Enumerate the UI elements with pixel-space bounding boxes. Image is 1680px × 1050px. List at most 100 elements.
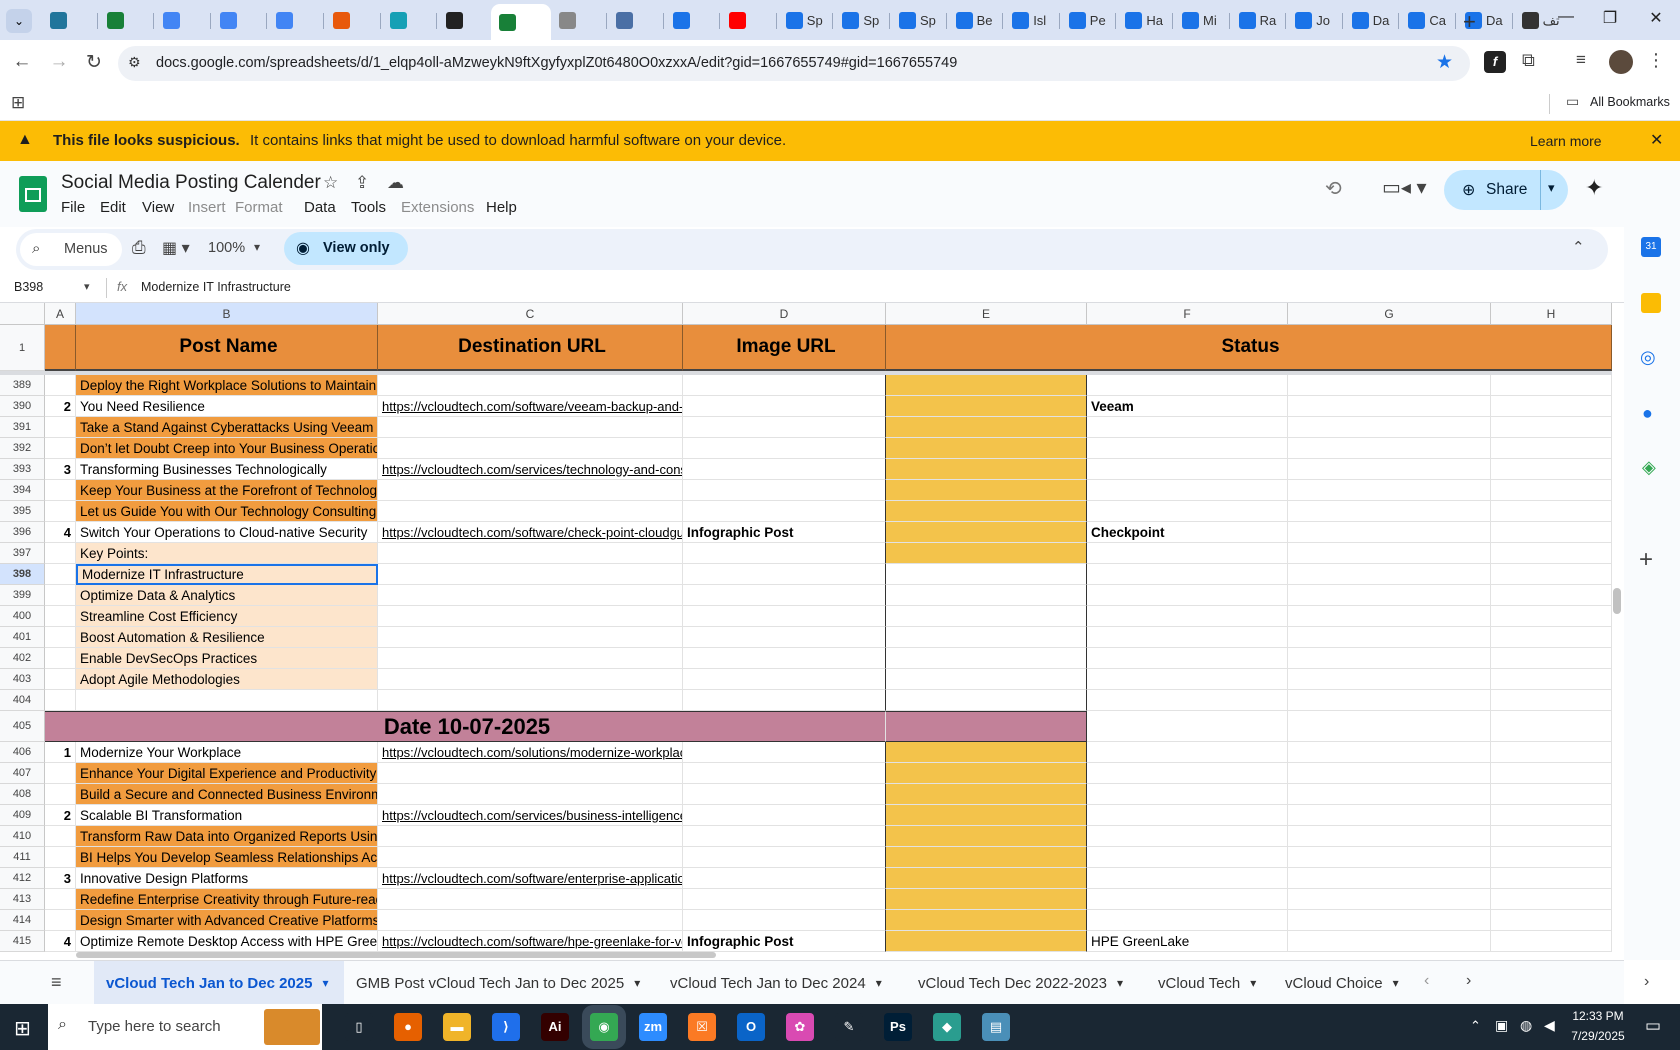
column-header-d[interactable]: D (683, 303, 886, 325)
cell-c[interactable]: https://vcloudtech.com/software/hpe-gree… (378, 931, 683, 952)
reload-icon[interactable]: ↻ (82, 51, 106, 74)
cell-f[interactable] (1087, 868, 1288, 889)
header-status[interactable]: Status (886, 325, 1612, 371)
cell-g[interactable] (1288, 543, 1491, 564)
cell-a[interactable] (45, 564, 76, 585)
cell-c[interactable] (378, 648, 683, 669)
cell-e[interactable] (886, 522, 1087, 543)
cell-d[interactable] (683, 564, 886, 585)
cell-a[interactable]: 4 (45, 931, 76, 952)
cell-d[interactable] (683, 648, 886, 669)
cell-h[interactable] (1491, 480, 1612, 501)
cell-h[interactable] (1491, 690, 1612, 711)
cell-f[interactable] (1087, 805, 1288, 826)
cell-g[interactable] (1288, 564, 1491, 585)
star-icon[interactable]: ☆ (323, 173, 338, 193)
row-header[interactable]: 411 (0, 847, 45, 868)
row-header[interactable]: 399 (0, 585, 45, 606)
row-header[interactable]: 406 (0, 742, 45, 763)
cell-d[interactable] (683, 742, 886, 763)
cell-g[interactable] (1288, 669, 1491, 690)
calendar-icon[interactable]: 31 (1641, 237, 1661, 257)
menu-data[interactable]: Data (304, 199, 336, 216)
cell-g[interactable] (1288, 438, 1491, 459)
cell-g[interactable] (1288, 868, 1491, 889)
cell-h[interactable] (1491, 564, 1612, 585)
cell-empty[interactable] (1288, 711, 1491, 742)
cell-b[interactable]: Don’t let Doubt Creep into Your Business… (76, 438, 378, 459)
cell-b[interactable] (76, 690, 378, 711)
cell-h[interactable] (1491, 648, 1612, 669)
cell-h[interactable] (1491, 742, 1612, 763)
cell-c[interactable] (378, 690, 683, 711)
cell-g[interactable] (1288, 522, 1491, 543)
cell-b[interactable]: Let us Guide You with Our Technology Con… (76, 501, 378, 522)
cell-h[interactable] (1491, 784, 1612, 805)
cell-a[interactable] (45, 438, 76, 459)
outlook-icon[interactable]: O (737, 1013, 765, 1041)
cell-e[interactable] (886, 690, 1087, 711)
cell-f[interactable] (1087, 889, 1288, 910)
cell-c[interactable] (378, 375, 683, 396)
cell-f[interactable] (1087, 417, 1288, 438)
cell-h[interactable] (1491, 826, 1612, 847)
bookmark-star-icon[interactable]: ★ (1436, 51, 1453, 74)
cell-e[interactable] (886, 669, 1087, 690)
cell-f[interactable]: Checkpoint (1087, 522, 1288, 543)
cell-g[interactable] (1288, 931, 1491, 952)
browser-tab[interactable] (665, 7, 718, 34)
cell-e[interactable] (886, 459, 1087, 480)
cell-e[interactable] (886, 784, 1087, 805)
cell-b[interactable]: BI Helps You Develop Seamless Relationsh… (76, 847, 378, 868)
cell-g[interactable] (1288, 763, 1491, 784)
media-control-icon[interactable]: ≡ (1576, 50, 1586, 70)
share-button[interactable]: ⊕ Share ▾ (1444, 170, 1568, 210)
back-icon[interactable]: ← (10, 51, 34, 73)
cell-d[interactable] (683, 847, 886, 868)
cell-d[interactable] (683, 459, 886, 480)
cell-f[interactable] (1087, 627, 1288, 648)
sheet-tab-menu-icon[interactable]: ▾ (1250, 976, 1256, 990)
cell-e[interactable] (886, 543, 1087, 564)
formula-input[interactable]: Modernize IT Infrastructure (141, 280, 291, 294)
row-header[interactable]: 402 (0, 648, 45, 669)
row-header[interactable]: 409 (0, 805, 45, 826)
row-header[interactable]: 410 (0, 826, 45, 847)
cell-a[interactable] (45, 690, 76, 711)
cell-b[interactable]: Innovative Design Platforms (76, 868, 378, 889)
cell-h[interactable] (1491, 375, 1612, 396)
cell-c[interactable] (378, 417, 683, 438)
cell-g[interactable] (1288, 585, 1491, 606)
close-banner-icon[interactable]: ✕ (1650, 130, 1663, 150)
cell-f[interactable]: Veeam (1087, 396, 1288, 417)
cell-g[interactable] (1288, 375, 1491, 396)
cell-c[interactable] (378, 784, 683, 805)
cell-e[interactable] (886, 648, 1087, 669)
cell-h[interactable] (1491, 910, 1612, 931)
cell-h[interactable] (1491, 501, 1612, 522)
cell-e[interactable] (886, 627, 1087, 648)
row-header[interactable]: 403 (0, 669, 45, 690)
cell-h[interactable] (1491, 417, 1612, 438)
cell-e[interactable] (886, 711, 1087, 742)
cell-e[interactable] (886, 805, 1087, 826)
cell-a[interactable] (45, 847, 76, 868)
contacts-icon[interactable]: ● (1642, 403, 1653, 424)
browser-tab[interactable]: Pe (1061, 7, 1114, 34)
date-section-header[interactable]: Date 10-07-2025 (45, 711, 886, 742)
zoom-icon[interactable]: zm (639, 1013, 667, 1041)
horizontal-scrollbar-thumb[interactable] (76, 952, 716, 958)
row-header[interactable]: 397 (0, 543, 45, 564)
cell-a[interactable] (45, 910, 76, 931)
row-header[interactable]: 389 (0, 375, 45, 396)
learn-more-link[interactable]: Learn more (1530, 133, 1602, 149)
cell-e[interactable] (886, 375, 1087, 396)
photos-icon[interactable]: ✿ (786, 1013, 814, 1041)
clock-time[interactable]: 12:33 PM (1563, 1009, 1633, 1023)
cell-a[interactable] (45, 501, 76, 522)
app-diamond-icon[interactable]: ◆ (933, 1013, 961, 1041)
cell-e[interactable] (886, 438, 1087, 459)
cell-f[interactable] (1087, 459, 1288, 480)
cell-b[interactable]: Optimize Remote Desktop Access with HPE … (76, 931, 378, 952)
row-header[interactable]: 392 (0, 438, 45, 459)
